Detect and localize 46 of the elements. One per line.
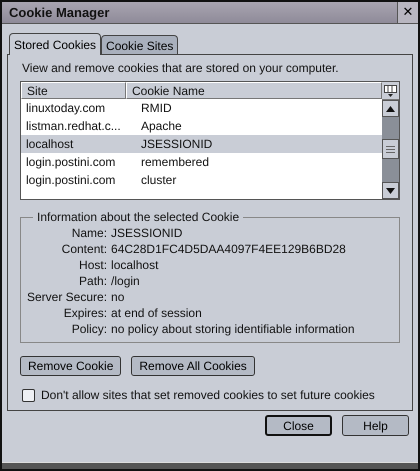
field-label: Policy:: [70, 322, 108, 336]
table-row[interactable]: login.postini.com remembered: [21, 153, 382, 171]
description-text: View and remove cookies that are stored on your computer.: [22, 61, 340, 75]
remove-cookie-button[interactable]: Remove Cookie: [20, 356, 122, 376]
field-label: Expires:: [62, 306, 108, 320]
site-cell-text: login.postini.com: [25, 155, 116, 169]
up-arrow-icon[interactable]: [386, 106, 395, 112]
field-label: Path:: [78, 274, 108, 288]
help-button[interactable]: Help: [342, 415, 409, 436]
checkbox[interactable]: [22, 388, 35, 402]
site-cell-text: linuxtoday.com: [25, 101, 106, 115]
group-title: Information about the selected Cookie: [36, 210, 240, 224]
column-header[interactable]: Cookie Name: [126, 82, 382, 99]
cookie-name-cell-text: JSESSIONID: [140, 137, 214, 151]
field-value: no: [111, 290, 126, 304]
cookie-name-cell-text: cluster: [140, 173, 178, 187]
column-header[interactable]: Site: [21, 82, 126, 99]
field-value: 64C28D1FC4D5DAA4097F4EE129B6BD28: [111, 242, 347, 256]
table-row[interactable]: listman.redhat.c... Apache: [21, 117, 382, 135]
table-row[interactable]: localhost JSESSIONID: [21, 135, 382, 153]
field-label: Name:: [70, 226, 108, 240]
table-row[interactable]: login.postini.com cluster: [21, 171, 382, 189]
field-value: localhost: [111, 258, 160, 272]
field-value: JSESSIONID: [111, 226, 184, 240]
field-label: Host:: [78, 258, 108, 272]
site-cell-text: localhost: [25, 137, 74, 151]
field-value: no policy about storing identifiable information: [111, 322, 356, 336]
field-value: /login: [111, 274, 141, 288]
table-row[interactable]: linuxtoday.com RMID: [21, 99, 382, 117]
close-dialog-button[interactable]: Close: [265, 415, 332, 436]
field-label: Server Secure:: [27, 290, 108, 304]
site-cell-text: login.postini.com: [25, 173, 116, 187]
field-label: Content:: [60, 242, 108, 256]
site-cell-text: listman.redhat.c...: [25, 119, 122, 133]
window-title: Cookie Manager: [8, 5, 110, 20]
tab[interactable]: Stored Cookies: [9, 33, 102, 55]
tab[interactable]: Cookie Sites: [101, 35, 178, 54]
field-value: at end of session: [111, 306, 203, 320]
cookie-name-cell-text: RMID: [140, 101, 173, 115]
remove-all-button[interactable]: Remove All Cookies: [131, 356, 255, 376]
cookie-name-cell-text: Apache: [140, 119, 183, 133]
close-button[interactable]: ✕: [397, 2, 418, 23]
checkbox-label[interactable]: Don't allow sites that set removed cookies to set future cookies: [41, 388, 375, 402]
down-arrow-icon[interactable]: [386, 188, 395, 194]
cookie-name-cell-text: remembered: [140, 155, 210, 169]
scrollbar[interactable]: [382, 100, 399, 199]
